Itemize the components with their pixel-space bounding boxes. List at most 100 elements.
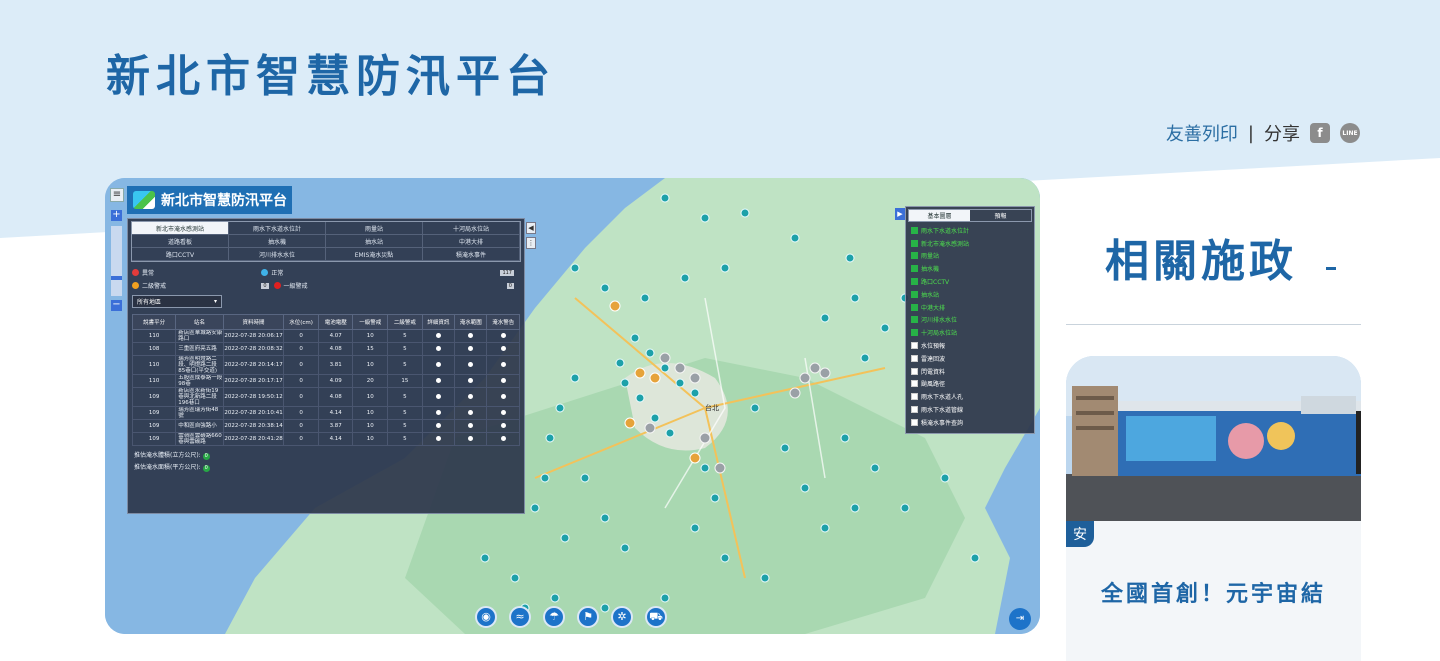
pin-icon[interactable] bbox=[454, 342, 488, 356]
table-row[interactable]: 109 中和區自強路小 2022-07-28 20:38:14 0 3.87 10 5 bbox=[131, 419, 520, 433]
tab-pump[interactable]: 抽水機 bbox=[229, 235, 326, 248]
card-title[interactable]: 全國首創！元宇宙結 bbox=[1066, 576, 1361, 608]
flood-map-app[interactable]: 台北 ≡ + − 新北市智慧防汛平台 新北市淹水感測站 雨水下水道水位計 雨量站… bbox=[105, 178, 1040, 634]
info-icon[interactable] bbox=[421, 406, 456, 420]
info-icon[interactable] bbox=[421, 432, 456, 446]
exit-icon[interactable]: ⇥ bbox=[1009, 608, 1031, 630]
table-row[interactable]: 110 五股區成泰路一段98巷 2022-07-28 20:17:17 0 4.09 20… bbox=[131, 374, 520, 388]
layer-item[interactable]: 颱風路徑 bbox=[906, 378, 1034, 391]
col-score[interactable]: 說書平分 bbox=[131, 314, 177, 330]
col-alert2[interactable]: 二級警戒 bbox=[387, 314, 423, 330]
info-icon[interactable] bbox=[421, 387, 456, 407]
checkbox-checked-icon[interactable] bbox=[911, 316, 918, 324]
alert-tool-icon[interactable]: ⚑ bbox=[577, 606, 599, 628]
tab-pump-station[interactable]: 抽水站 bbox=[326, 235, 423, 248]
checkbox-checked-icon[interactable] bbox=[911, 278, 918, 286]
tab-zhonggang[interactable]: 中港大排 bbox=[423, 235, 520, 248]
layer-item[interactable]: 雨水下水道管線 bbox=[906, 403, 1034, 416]
info-icon[interactable] bbox=[421, 374, 456, 388]
warning-icon[interactable] bbox=[486, 374, 520, 388]
table-row[interactable]: 109 新店區永新街19巷與北新路二段196巷口 2022-07-28 19:50:… bbox=[131, 387, 520, 407]
flood-sensor-tool-icon[interactable]: ◉ bbox=[475, 606, 497, 628]
checkbox-icon[interactable] bbox=[911, 342, 918, 350]
layer-item[interactable]: 新北市淹水感測站 bbox=[906, 237, 1034, 250]
pin-icon[interactable] bbox=[454, 355, 488, 375]
pin-icon[interactable] bbox=[454, 374, 488, 388]
district-select[interactable]: 所有地區 ▾ bbox=[132, 295, 222, 308]
col-alert1[interactable]: 一級警戒 bbox=[352, 314, 389, 330]
col-station[interactable]: 站名 bbox=[175, 314, 224, 330]
checkbox-icon[interactable] bbox=[911, 393, 918, 401]
tab-flood-sensor[interactable]: 新北市淹水感測站 bbox=[132, 222, 229, 235]
pin-icon[interactable] bbox=[454, 387, 488, 407]
layer-item[interactable]: 抽水站 bbox=[906, 288, 1034, 301]
pin-icon[interactable] bbox=[454, 329, 488, 343]
warning-icon[interactable] bbox=[486, 432, 520, 446]
tab-flood-event[interactable]: 積淹水事件 bbox=[423, 248, 520, 261]
tab-forecast[interactable]: 預報 bbox=[970, 210, 1031, 221]
layer-item[interactable]: 閃電資料 bbox=[906, 365, 1034, 378]
print-link[interactable]: 友善列印 bbox=[1166, 120, 1238, 146]
info-icon[interactable] bbox=[421, 355, 456, 375]
layer-item[interactable]: 路口CCTV bbox=[906, 275, 1034, 288]
checkbox-checked-icon[interactable] bbox=[911, 329, 918, 337]
table-row[interactable]: 110 瑞芳區明燈路二段、明燈路二段85巷口(平交道) 2022-07-28 20:… bbox=[131, 355, 520, 375]
pin-icon[interactable] bbox=[454, 432, 488, 446]
tab-road-board[interactable]: 道路看板 bbox=[132, 235, 229, 248]
table-row[interactable]: 109 雲嶺區雲碳路660巷與雲碳路 2022-07-28 20:41:28 0 4.1… bbox=[131, 432, 520, 446]
info-icon[interactable] bbox=[421, 329, 456, 343]
warning-icon[interactable] bbox=[486, 342, 520, 356]
col-time[interactable]: 資料時間 bbox=[222, 314, 285, 330]
checkbox-checked-icon[interactable] bbox=[911, 303, 918, 311]
checkbox-checked-icon[interactable] bbox=[911, 265, 918, 273]
zoom-in-button[interactable]: + bbox=[111, 210, 122, 221]
table-row[interactable]: 109 瑞芳區瑞芳街48號 2022-07-28 20:10:41 0 4.14 10 5 bbox=[131, 406, 520, 420]
checkbox-checked-icon[interactable] bbox=[911, 239, 918, 247]
table-row[interactable]: 110 新店區華城路安康路口 2022-07-28 20:06:17 0 4.07 10 5 bbox=[131, 329, 520, 343]
checkbox-checked-icon[interactable] bbox=[911, 252, 918, 260]
zoom-out-button[interactable]: − bbox=[111, 300, 122, 311]
policy-card[interactable]: 安 全國首創！元宇宙結 bbox=[1066, 356, 1361, 661]
zoom-slider[interactable] bbox=[111, 226, 122, 296]
tab-river-level[interactable]: 十河局水位站 bbox=[423, 222, 520, 235]
tab-river-drain[interactable]: 河川排水水位 bbox=[229, 248, 326, 261]
checkbox-checked-icon[interactable] bbox=[911, 290, 918, 298]
tab-basic-layers[interactable]: 基本圖層 bbox=[909, 210, 970, 221]
menu-icon[interactable]: ≡ bbox=[110, 188, 124, 202]
warning-icon[interactable] bbox=[486, 355, 520, 375]
checkbox-icon[interactable] bbox=[911, 367, 918, 375]
info-icon[interactable] bbox=[421, 419, 456, 433]
tab-cctv[interactable]: 路口CCTV bbox=[132, 248, 229, 261]
warning-icon[interactable] bbox=[486, 406, 520, 420]
col-level[interactable]: 水位(cm) bbox=[283, 314, 319, 330]
checkbox-icon[interactable] bbox=[911, 380, 918, 388]
panel-handle-icon[interactable]: ⋮ bbox=[526, 237, 536, 249]
layer-item[interactable]: 中港大排 bbox=[906, 301, 1034, 314]
truck-tool-icon[interactable]: ⛟ bbox=[645, 606, 667, 628]
facebook-icon[interactable]: f bbox=[1310, 123, 1330, 143]
umbrella-tool-icon[interactable]: ☂ bbox=[543, 606, 565, 628]
layer-item[interactable]: 積淹水事件查詢 bbox=[906, 416, 1034, 429]
tab-sewer-level[interactable]: 雨水下水道水位計 bbox=[229, 222, 326, 235]
layer-item[interactable]: 抽水機 bbox=[906, 262, 1034, 275]
layer-item[interactable]: 水位預報 bbox=[906, 339, 1034, 352]
pin-icon[interactable] bbox=[454, 406, 488, 420]
water-level-tool-icon[interactable]: ≈ bbox=[509, 606, 531, 628]
layer-item[interactable]: 雷達回波 bbox=[906, 352, 1034, 365]
layer-item[interactable]: 雨水下水道水位計 bbox=[906, 224, 1034, 237]
warning-icon[interactable] bbox=[486, 419, 520, 433]
col-voltage[interactable]: 電池電壓 bbox=[317, 314, 354, 330]
layer-panel-toggle[interactable]: ▶ bbox=[895, 208, 905, 220]
warning-icon[interactable] bbox=[486, 387, 520, 407]
info-icon[interactable] bbox=[421, 342, 456, 356]
line-icon[interactable]: LINE bbox=[1340, 123, 1360, 143]
checkbox-checked-icon[interactable] bbox=[911, 226, 918, 234]
checkbox-icon[interactable] bbox=[911, 406, 918, 414]
layer-item[interactable]: 雨量站 bbox=[906, 250, 1034, 263]
warning-icon[interactable] bbox=[486, 329, 520, 343]
gear-tool-icon[interactable]: ✲ bbox=[611, 606, 633, 628]
checkbox-icon[interactable] bbox=[911, 418, 918, 426]
layer-item[interactable]: 河川排水水位 bbox=[906, 314, 1034, 327]
tab-emis[interactable]: EMIS淹水災點 bbox=[326, 248, 423, 261]
zoom-slider-handle[interactable] bbox=[111, 276, 122, 280]
